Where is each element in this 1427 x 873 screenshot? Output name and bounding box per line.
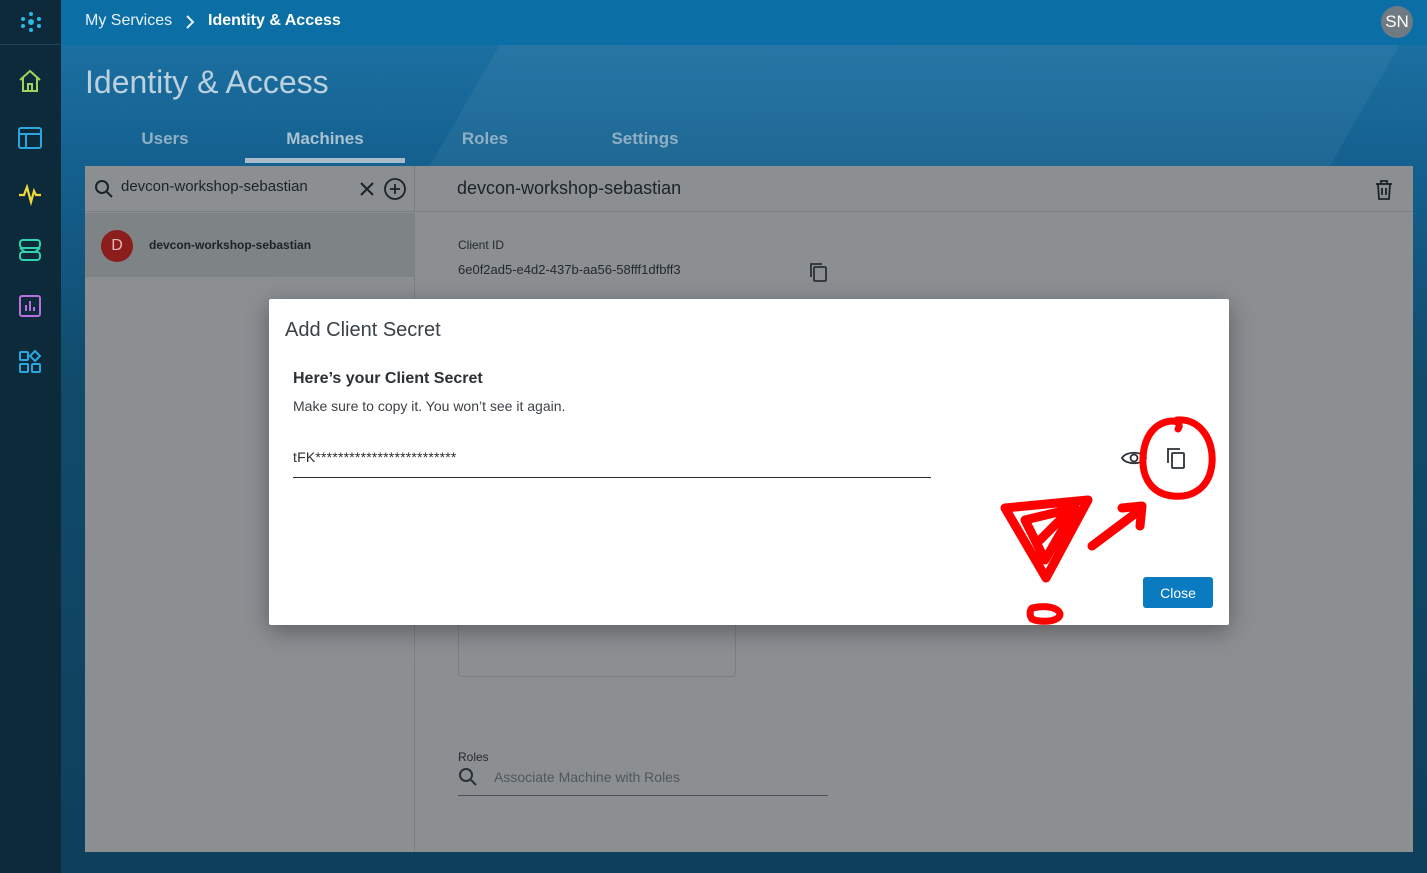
apps-icon	[19, 349, 42, 373]
tab-machines[interactable]: Machines	[245, 129, 405, 149]
logo-icon	[20, 12, 41, 32]
app-logo[interactable]	[0, 0, 61, 45]
side-rail	[0, 0, 61, 873]
page-title: Identity & Access	[85, 64, 329, 100]
roles-input[interactable]: Associate Machine with Roles	[458, 761, 828, 796]
trash-icon[interactable]	[1374, 179, 1394, 201]
tab-users[interactable]: Users	[85, 129, 245, 149]
nav-services[interactable]	[13, 233, 47, 267]
list-item[interactable]: D devcon-workshop-sebastian	[85, 213, 415, 277]
dialog-subtext: Make sure to copy it. You won’t see it a…	[293, 398, 566, 414]
top-bar: My Services Identity & Access SN	[61, 0, 1427, 45]
roles-placeholder: Associate Machine with Roles	[494, 769, 680, 785]
client-secret-value: tFK*************************	[293, 449, 457, 465]
reports-icon	[19, 295, 41, 317]
detail-title: devcon-workshop-sebastian	[457, 178, 682, 198]
tab-roles[interactable]: Roles	[405, 129, 565, 149]
breadcrumb-current: Identity & Access	[208, 12, 341, 29]
copy-icon[interactable]	[1164, 445, 1188, 471]
dialog-heading: Here’s your Client Secret	[293, 370, 483, 387]
close-icon[interactable]	[357, 179, 377, 199]
search-input[interactable]: devcon-workshop-sebastian	[121, 178, 308, 195]
close-button[interactable]: Close	[1143, 577, 1213, 608]
client-id-value: 6e0f2ad5-e4d2-437b-aa56-58fff1dfbff3	[458, 262, 681, 277]
add-circle-icon[interactable]	[383, 177, 407, 201]
detail-header: devcon-workshop-sebastian	[416, 166, 1413, 212]
client-secret-field[interactable]: tFK*************************	[293, 445, 931, 478]
search-bar: devcon-workshop-sebastian	[85, 166, 415, 212]
dialog-title: Add Client Secret	[285, 319, 441, 341]
eye-icon[interactable]	[1121, 447, 1147, 469]
add-client-secret-dialog: Add Client Secret Here’s your Client Sec…	[269, 299, 1229, 625]
tab-settings[interactable]: Settings	[565, 129, 725, 149]
home-icon	[19, 69, 41, 92]
user-avatar[interactable]: SN	[1381, 6, 1413, 38]
nav-apps[interactable]	[13, 345, 47, 379]
breadcrumb-parent[interactable]: My Services	[85, 12, 172, 30]
dashboard-icon	[18, 127, 42, 149]
active-tab-indicator	[245, 158, 405, 163]
client-id-label: Client ID	[458, 238, 505, 252]
list-item-label: devcon-workshop-sebastian	[149, 238, 312, 252]
avatar: D	[101, 230, 133, 262]
activity-icon	[19, 183, 41, 207]
search-icon	[459, 768, 477, 786]
search-icon	[95, 180, 113, 198]
copy-icon[interactable]	[807, 260, 829, 284]
chevron-right-icon	[186, 15, 195, 29]
nav-dashboard[interactable]	[13, 121, 47, 155]
nav-home[interactable]	[13, 64, 47, 98]
nav-reports[interactable]	[13, 289, 47, 323]
nav-activity[interactable]	[13, 177, 47, 211]
services-icon	[19, 239, 41, 261]
